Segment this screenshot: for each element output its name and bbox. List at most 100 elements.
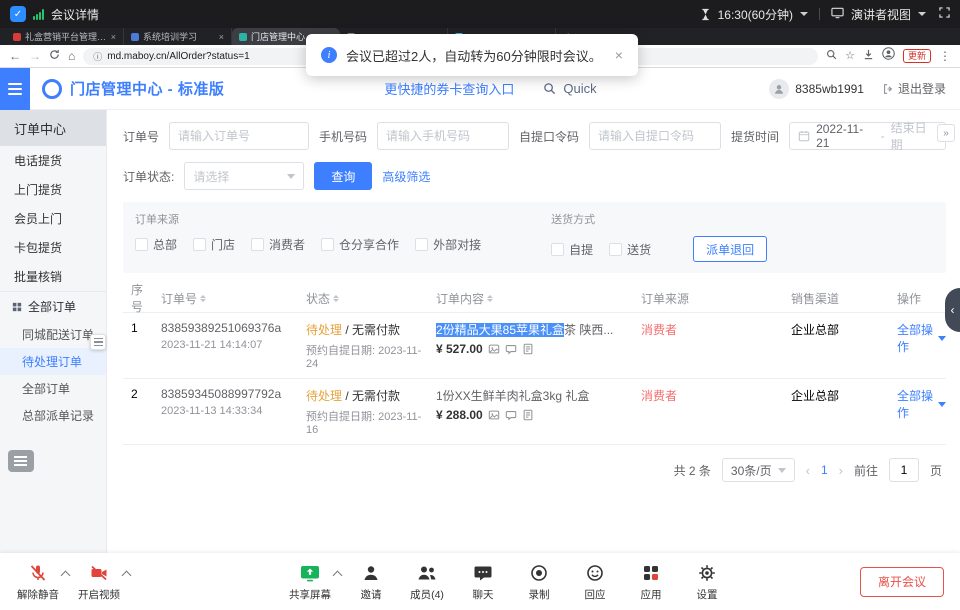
logout-button[interactable]: 退出登录 [882, 80, 946, 97]
members-button[interactable]: 成员(4) [399, 562, 455, 602]
checkbox-hq[interactable]: 总部 [135, 236, 177, 253]
quick-search-icon[interactable] [543, 82, 556, 95]
sidebar-section-orders[interactable]: 订单中心 [0, 110, 106, 146]
chat-button[interactable]: 聊天 [455, 562, 511, 602]
image-icon[interactable] [488, 409, 500, 421]
message-icon[interactable] [505, 409, 517, 421]
page-size-select[interactable]: 30条/页 [722, 458, 795, 482]
side-panel-collapse-handle[interactable]: ‹ [945, 288, 960, 332]
checkbox-icon[interactable] [609, 243, 622, 256]
meeting-details-label[interactable]: 会议详情 [51, 6, 99, 23]
start-video-button[interactable]: 开启视频 [71, 562, 127, 602]
checkbox-icon[interactable] [135, 238, 148, 251]
start-date-value[interactable]: 2022-11-21 [816, 122, 875, 150]
site-info-icon[interactable]: ⓘ [93, 50, 102, 63]
sidebar-item-pending-orders[interactable]: 待处理订单 [0, 348, 106, 375]
sidebar-item-member-visit[interactable]: 会员上门 [0, 204, 106, 233]
browser-tab[interactable]: 礼盒营销平台管理中心 × [6, 28, 124, 45]
pickup-code-input[interactable] [589, 122, 721, 150]
dispatch-return-button[interactable]: 派单退回 [693, 236, 767, 262]
prev-page-button[interactable]: ‹ [806, 463, 810, 478]
collapse-panel-button[interactable]: » [937, 124, 955, 142]
view-mode-label[interactable]: 演讲者视图 [851, 6, 911, 23]
checkbox-self-pickup[interactable]: 自提 [551, 241, 593, 258]
sidebar-drag-handle[interactable] [90, 334, 106, 350]
record-button[interactable]: 录制 [511, 562, 567, 602]
col-status[interactable]: 状态 [298, 290, 428, 307]
leave-meeting-button[interactable]: 离开会议 [860, 567, 944, 597]
timer-dropdown-icon[interactable] [800, 12, 808, 16]
bookmark-star-icon[interactable]: ☆ [845, 51, 855, 62]
view-mode-dropdown-icon[interactable] [918, 12, 926, 16]
note-icon[interactable] [522, 343, 534, 355]
search-button[interactable]: 查询 [314, 162, 372, 190]
security-shield-icon[interactable]: ✓ [10, 6, 26, 22]
advanced-filter-link[interactable]: 高级筛选 [382, 168, 430, 185]
checkbox-icon[interactable] [251, 238, 264, 251]
date-range-picker[interactable]: 2022-11-21 - 结束日期 [789, 122, 946, 150]
kebab-menu-icon[interactable]: ⋮ [939, 50, 951, 62]
checkbox-consumer[interactable]: 消费者 [251, 236, 305, 253]
quick-link[interactable]: Quick [563, 81, 596, 96]
status-badge: 待处理 [306, 389, 342, 403]
note-icon[interactable] [522, 409, 534, 421]
meeting-timer: 16:30(60分钟) [718, 6, 793, 23]
all-actions-dropdown[interactable]: 全部操作 [873, 321, 946, 355]
col-order-no[interactable]: 订单号 [153, 290, 298, 307]
refresh-icon[interactable] [49, 47, 60, 65]
search-icon[interactable] [826, 47, 837, 65]
sidebar-item-hq-dispatch-log[interactable]: 总部派单记录 [0, 402, 106, 429]
checkbox-icon[interactable] [193, 238, 206, 251]
phone-input[interactable] [377, 122, 509, 150]
sidebar-item-card-pickup[interactable]: 卡包提货 [0, 233, 106, 262]
col-content[interactable]: 订单内容 [428, 290, 633, 307]
order-source-label: 订单来源 [135, 211, 481, 227]
home-icon[interactable]: ⌂ [68, 50, 75, 62]
reactions-button[interactable]: 回应 [567, 562, 623, 602]
unmute-button[interactable]: 解除静音 [10, 562, 66, 602]
message-icon[interactable] [505, 343, 517, 355]
apps-button[interactable]: 应用 [623, 562, 679, 602]
checkbox-delivery[interactable]: 送货 [609, 241, 651, 258]
tab-close-icon[interactable]: × [111, 32, 116, 42]
user-avatar[interactable] [769, 79, 789, 99]
sidebar-item-all-orders[interactable]: 全部订单 [0, 375, 106, 402]
order-status-select[interactable]: 请选择 [184, 162, 304, 190]
sidebar-item-door-pickup[interactable]: 上门提货 [0, 175, 106, 204]
invite-button[interactable]: 邀请 [343, 562, 399, 602]
share-screen-button[interactable]: 共享屏幕 [282, 562, 338, 602]
back-icon[interactable]: ← [9, 50, 21, 62]
browser-update-button[interactable]: 更新 [903, 49, 931, 64]
filter-row-2: 订单状态: 请选择 查询 高级筛选 [123, 162, 946, 190]
toast-close-icon[interactable]: × [615, 47, 623, 63]
coupon-query-link[interactable]: 更快捷的券卡查询入口 [384, 79, 514, 98]
goto-page-input[interactable] [889, 458, 919, 482]
checkbox-icon[interactable] [415, 238, 428, 251]
checkbox-icon[interactable] [321, 238, 334, 251]
checkbox-warehouse-coop[interactable]: 仓分享合作 [321, 236, 399, 253]
checkbox-store[interactable]: 门店 [193, 236, 235, 253]
order-no-input[interactable] [169, 122, 309, 150]
next-page-button[interactable]: › [839, 463, 843, 478]
tab-favicon [239, 33, 247, 41]
current-page[interactable]: 1 [821, 463, 828, 477]
download-icon[interactable] [863, 47, 874, 65]
list-widget-button[interactable] [8, 450, 34, 472]
checkbox-icon[interactable] [551, 243, 564, 256]
checkbox-external[interactable]: 外部对接 [415, 236, 481, 253]
profile-icon[interactable] [882, 47, 895, 65]
hamburger-menu-button[interactable] [0, 68, 30, 110]
sidebar-item-batch-verify[interactable]: 批量核销 [0, 262, 106, 291]
fullscreen-icon[interactable] [939, 7, 950, 21]
image-icon[interactable] [488, 343, 500, 355]
sidebar-item-phone-pickup[interactable]: 电话提货 [0, 146, 106, 175]
forward-icon[interactable]: → [29, 50, 41, 62]
network-signal-icon[interactable] [33, 9, 44, 20]
tab-close-icon[interactable]: × [219, 32, 224, 42]
settings-button[interactable]: 设置 [679, 562, 735, 602]
end-date-placeholder[interactable]: 结束日期 [891, 119, 937, 153]
sidebar-group-all-orders[interactable]: 全部订单 [0, 291, 106, 321]
browser-tab[interactable]: 系统培训学习 × [124, 28, 232, 45]
all-actions-dropdown[interactable]: 全部操作 [873, 387, 946, 421]
row-index: 1 [123, 321, 153, 335]
